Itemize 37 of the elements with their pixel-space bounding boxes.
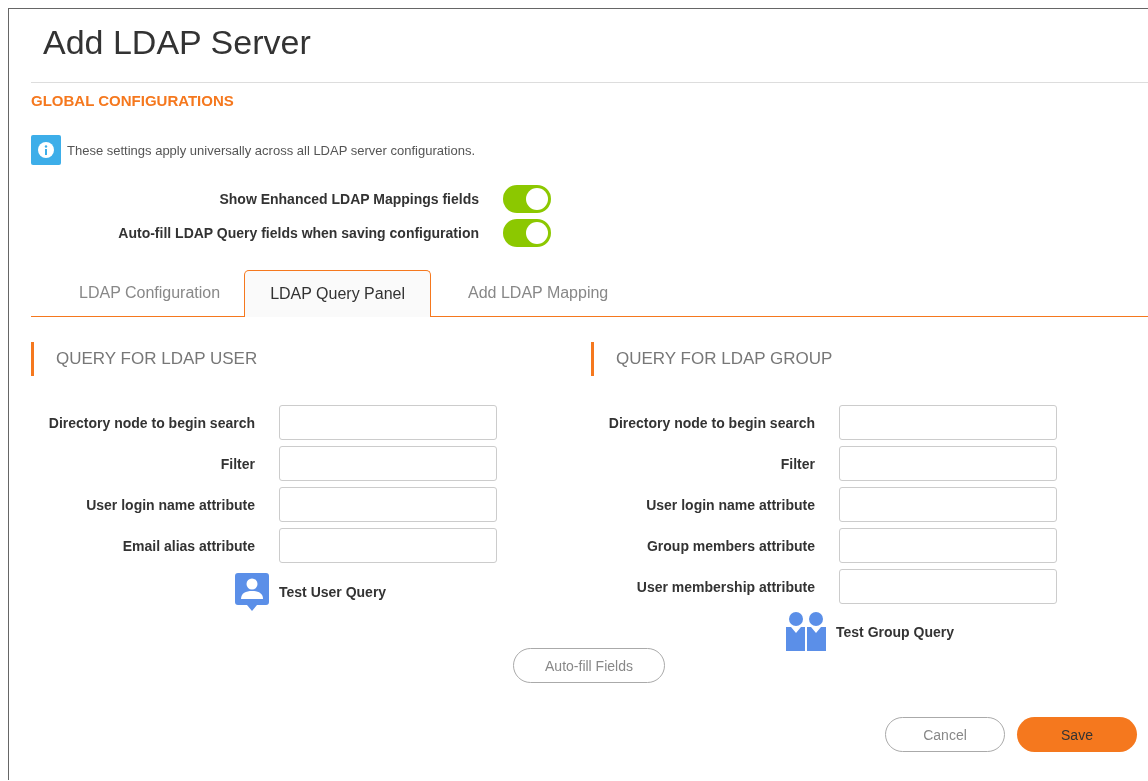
input-field[interactable]	[279, 405, 497, 440]
input-field[interactable]	[279, 528, 497, 563]
panel-heading: QUERY FOR LDAP GROUP	[591, 342, 1148, 376]
tab[interactable]: LDAP Query Panel	[244, 270, 431, 317]
toggle-switch[interactable]	[503, 219, 551, 247]
field-label: Directory node to begin search	[607, 414, 815, 431]
field-label: Email alias attribute	[121, 537, 255, 554]
test-query-link[interactable]: Test User Query	[279, 584, 387, 600]
toggle-label: Show Enhanced LDAP Mappings fields	[219, 191, 479, 207]
section-heading: GLOBAL CONFIGURATIONS	[31, 92, 235, 109]
save-button[interactable]: Save	[1017, 717, 1137, 752]
input-field[interactable]	[839, 446, 1057, 481]
field-label: Filter	[779, 455, 815, 472]
toggle-label: Auto-fill LDAP Query fields when saving configuration	[118, 225, 479, 241]
input-field[interactable]	[839, 528, 1057, 563]
input-field[interactable]	[279, 446, 497, 481]
input-field[interactable]	[839, 405, 1057, 440]
input-field[interactable]	[839, 487, 1057, 522]
cancel-button[interactable]: Cancel	[885, 717, 1005, 752]
field-label: Directory node to begin search	[47, 414, 255, 431]
field-label: Filter	[219, 455, 255, 472]
field-label: User login name attribute	[85, 496, 255, 513]
group-icon	[786, 612, 826, 651]
field-label: User membership attribute	[635, 578, 815, 595]
dialog-title: Add LDAP Server	[42, 22, 312, 63]
tab[interactable]: Add LDAP Mapping	[431, 270, 633, 317]
field-label: Group members attribute	[645, 537, 815, 554]
field-label: User login name attribute	[645, 496, 815, 513]
info-text: These settings apply universally across all LDAP server configurations.	[67, 142, 475, 158]
autofill-button[interactable]: Auto-fill Fields	[513, 648, 665, 683]
input-field[interactable]	[279, 487, 497, 522]
input-field[interactable]	[839, 569, 1057, 604]
user-icon	[235, 573, 269, 611]
info-icon	[31, 135, 61, 165]
test-query-link[interactable]: Test Group Query	[836, 623, 954, 640]
panel-heading: QUERY FOR LDAP USER	[31, 342, 591, 376]
toggle-switch[interactable]	[503, 185, 551, 213]
